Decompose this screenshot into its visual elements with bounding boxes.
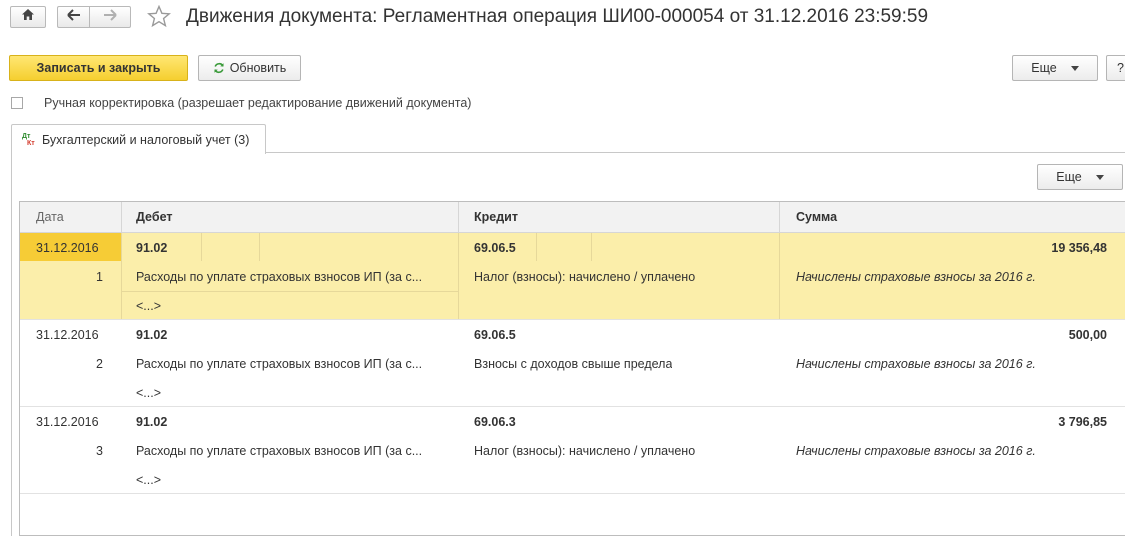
- home-icon: [21, 8, 35, 26]
- row-amount: 3 796,85: [1058, 415, 1107, 429]
- cell-divider: [779, 233, 780, 319]
- column-divider: [779, 202, 780, 232]
- row-debit-account: 91.02: [136, 241, 168, 255]
- save-and-close-label: Записать и закрыть: [36, 61, 161, 75]
- row-credit-subconto: Налог (взносы): начислено / уплачено: [474, 444, 696, 458]
- column-header-credit[interactable]: Кредит: [474, 202, 518, 232]
- row-content: Начислены страховые взносы за 2016 г.: [796, 270, 1036, 284]
- table-header: Дата Дебет Кредит Сумма: [20, 202, 1125, 233]
- postings-table[interactable]: Дата Дебет Кредит Сумма 31.12.2016 91.02…: [19, 201, 1125, 536]
- help-button[interactable]: ?: [1106, 55, 1125, 81]
- cell-divider: [201, 233, 202, 261]
- cell-divider: [591, 233, 592, 261]
- refresh-button[interactable]: Обновить: [198, 55, 301, 81]
- row-debit-subconto: Расходы по уплате страховых взносов ИП (…: [136, 357, 423, 371]
- tab-accounting-label: Бухгалтерский и налоговый учет (3): [42, 132, 250, 147]
- favorite-star-icon[interactable]: [147, 4, 171, 33]
- cell-divider: [259, 233, 260, 261]
- more-button[interactable]: Еще: [1012, 55, 1098, 81]
- table-row[interactable]: 31.12.2016 91.02 69.06.5 19 356,48 1 Рас…: [20, 233, 1125, 320]
- cell-divider: [458, 233, 459, 319]
- arrow-left-icon: [66, 8, 81, 26]
- row-date: 31.12.2016: [36, 328, 99, 342]
- home-button[interactable]: [10, 6, 46, 28]
- row-debit-account: 91.02: [136, 328, 168, 342]
- row-debit-subconto: Расходы по уплате страховых взносов ИП (…: [136, 444, 423, 458]
- chevron-down-icon: [1070, 65, 1079, 71]
- column-header-amount[interactable]: Сумма: [796, 202, 837, 232]
- table-more-button[interactable]: Еще: [1037, 164, 1123, 190]
- row-credit-account: 69.06.5: [474, 241, 516, 255]
- tab-underline: [265, 152, 1125, 153]
- cell-divider: [121, 291, 458, 292]
- row-credit-subconto: Налог (взносы): начислено / уплачено: [474, 270, 696, 284]
- refresh-icon: [213, 62, 225, 74]
- row-debit-account: 91.02: [136, 415, 168, 429]
- row-amount: 19 356,48: [1051, 241, 1107, 255]
- row-credit-account: 69.06.5: [474, 328, 516, 342]
- refresh-label: Обновить: [229, 61, 287, 75]
- row-amount: 500,00: [1068, 328, 1107, 342]
- forward-button[interactable]: [89, 6, 131, 28]
- row-content: Начислены страховые взносы за 2016 г.: [796, 357, 1036, 371]
- row-number: 3: [96, 444, 103, 458]
- page-title: Движения документа: Регламентная операци…: [186, 6, 929, 27]
- table-row[interactable]: 31.12.2016 91.02 69.06.3 3 796,85 3 Расх…: [20, 407, 1125, 494]
- tab-accounting[interactable]: Дт Кт Бухгалтерский и налоговый учет (3): [11, 124, 266, 154]
- help-label: ?: [1117, 61, 1124, 75]
- row-credit-account: 69.06.3: [474, 415, 516, 429]
- column-divider: [121, 202, 122, 232]
- row-debit-more: <...>: [136, 299, 162, 313]
- more-label: Еще: [1031, 61, 1057, 75]
- row-debit-subconto: Расходы по уплате страховых взносов ИП (…: [136, 270, 423, 284]
- row-date: 31.12.2016: [36, 415, 99, 429]
- chevron-down-icon: [1095, 174, 1104, 180]
- row-debit-more: <...>: [136, 386, 162, 400]
- row-number: 2: [96, 357, 103, 371]
- arrow-right-icon: [103, 8, 117, 26]
- row-credit-subconto: Взносы с доходов свыше предела: [474, 357, 673, 371]
- cell-divider: [536, 233, 537, 261]
- table-more-label: Еще: [1056, 170, 1082, 184]
- manual-adjust-label: Ручная корректировка (разрешает редактир…: [44, 96, 472, 110]
- save-and-close-button[interactable]: Записать и закрыть: [9, 55, 188, 81]
- table-row[interactable]: 31.12.2016 91.02 69.06.5 500,00 2 Расход…: [20, 320, 1125, 407]
- row-number: 1: [96, 270, 103, 284]
- row-content: Начислены страховые взносы за 2016 г.: [796, 444, 1036, 458]
- column-header-debit[interactable]: Дебет: [136, 202, 172, 232]
- panel-border: [11, 153, 12, 536]
- manual-adjust-checkbox[interactable]: [11, 97, 23, 109]
- cell-divider: [121, 233, 122, 319]
- column-header-date[interactable]: Дата: [36, 202, 64, 232]
- back-button[interactable]: [57, 6, 89, 28]
- column-divider: [458, 202, 459, 232]
- row-date: 31.12.2016: [36, 241, 99, 255]
- row-debit-more: <...>: [136, 473, 162, 487]
- dt-kt-icon: Дт Кт: [22, 132, 35, 147]
